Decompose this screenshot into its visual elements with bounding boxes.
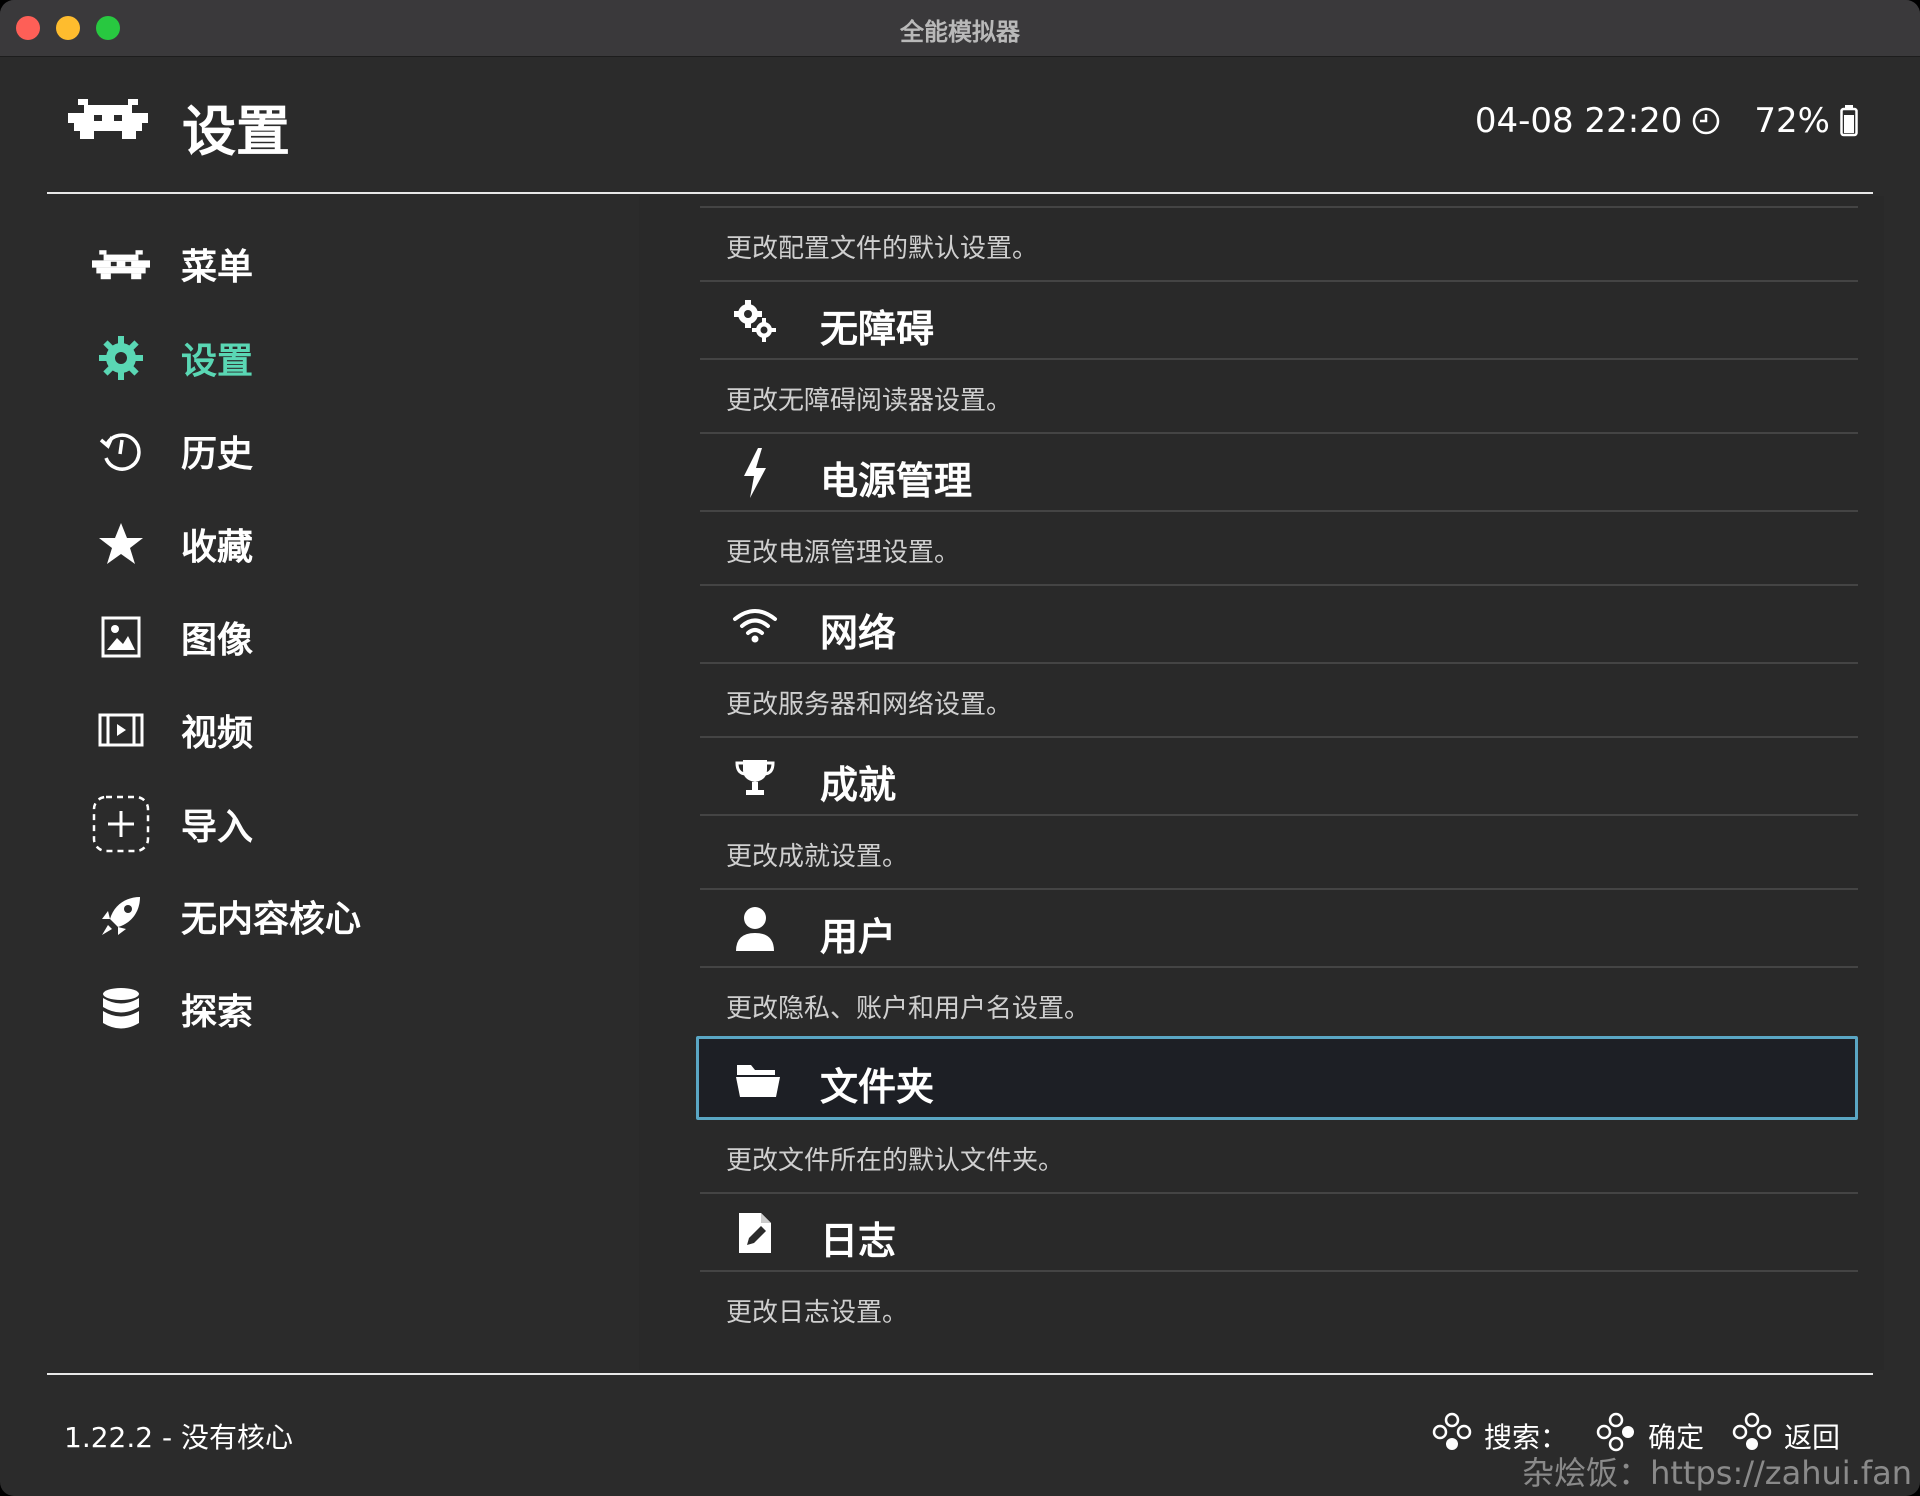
wifi-icon [730, 600, 780, 650]
battery-icon [1840, 105, 1858, 137]
row-description: 更改日志设置。 [700, 1272, 1858, 1344]
battery-level-text: 72% [1754, 101, 1830, 141]
sidebar-item-history[interactable]: 历史 [47, 411, 639, 491]
description-text: 更改隐私、账户和用户名设置。 [726, 994, 1091, 1024]
sidebar-item-explore[interactable]: 探索 [47, 969, 639, 1049]
image-icon [91, 607, 151, 667]
row-description: 更改电源管理设置。 [700, 512, 1858, 584]
sidebar-item-label: 设置 [181, 341, 254, 382]
sidebar-item-label: 探索 [181, 992, 254, 1033]
footer: 1.22.2 - 没有核心 搜索： 确定 返回 杂烩饭：https://zahu… [0, 1376, 1920, 1496]
settings-item-log[interactable]: 日志 [700, 1194, 1858, 1272]
sidebar-item-label: 图像 [181, 620, 254, 661]
settings-item-achievements[interactable]: 成就 [700, 738, 1858, 816]
row-description: 更改配置文件的默认设置。 [700, 208, 1858, 280]
video-icon [91, 700, 151, 760]
description-text: 更改日志设置。 [726, 1298, 909, 1328]
sidebar-item-favorites[interactable]: 收藏 [47, 504, 639, 584]
row-description: 更改文件所在的默认文件夹。 [700, 1120, 1858, 1192]
settings-item-title: 无障碍 [820, 307, 935, 351]
sidebar: 菜单 设置 历史 收藏 图像 视频 导入 无内容核心 探索 [47, 208, 639, 1370]
header-divider [47, 192, 1873, 194]
version-text: 1.22.2 - 没有核心 [64, 1421, 293, 1454]
sidebar-item-label: 无内容核心 [181, 899, 362, 940]
star-icon [91, 514, 151, 574]
footer-divider [47, 1373, 1873, 1375]
sidebar-item-label: 导入 [181, 807, 254, 848]
sidebar-item-import[interactable]: 导入 [47, 784, 639, 864]
sidebar-item-menu[interactable]: 菜单 [47, 224, 639, 304]
sidebar-item-settings[interactable]: 设置 [47, 318, 639, 398]
row-description: 更改隐私、账户和用户名设置。 [700, 968, 1858, 1040]
sidebar-item-label: 收藏 [181, 527, 254, 568]
sidebar-item-label: 视频 [181, 713, 254, 754]
lightning-icon [730, 448, 780, 498]
row-description: 更改服务器和网络设置。 [700, 664, 1858, 736]
gear-icon [91, 328, 151, 388]
settings-item-user[interactable]: 用户 [700, 890, 1858, 968]
rocket-icon [91, 886, 151, 946]
database-icon [91, 979, 151, 1039]
history-icon [91, 421, 151, 481]
user-icon [730, 904, 780, 954]
description-text: 更改服务器和网络设置。 [726, 690, 1013, 720]
settings-item-accessibility[interactable]: 无障碍 [700, 282, 1858, 360]
description-text: 更改文件所在的默认文件夹。 [726, 1146, 1065, 1176]
add-icon [91, 794, 151, 854]
description-text: 更改成就设置。 [726, 842, 909, 872]
description-text: 更改电源管理设置。 [726, 538, 961, 568]
datetime-text: 04-08 22:20 [1474, 101, 1683, 141]
folder-icon [733, 1055, 783, 1105]
settings-item-title: 电源管理 [820, 459, 973, 503]
settings-item-folder-selected[interactable]: 文件夹 [696, 1036, 1858, 1120]
status-bar: 04-08 22:20 72% [1475, 101, 1858, 141]
window-title: 全能模拟器 [900, 18, 1020, 46]
description-text: 更改无障碍阅读器设置。 [726, 386, 1013, 416]
watermark-text: 杂烩饭：https://zahui.fan [1522, 1454, 1912, 1492]
sidebar-item-label: 菜单 [181, 247, 254, 288]
row-description: 更改无障碍阅读器设置。 [700, 360, 1858, 432]
settings-item-power-management[interactable]: 电源管理 [700, 434, 1858, 512]
settings-item-title: 日志 [820, 1219, 897, 1263]
accessibility-gears-icon [730, 296, 780, 346]
row-description: 更改成就设置。 [700, 816, 1858, 888]
description-text: 更改配置文件的默认设置。 [726, 234, 1039, 264]
settings-item-title: 用户 [820, 915, 897, 959]
settings-item-title: 文件夹 [820, 1065, 935, 1109]
sidebar-item-video[interactable]: 视频 [47, 690, 639, 770]
clock-icon [1692, 107, 1720, 135]
header: 设置 04-08 22:20 72% [0, 57, 1920, 193]
gamepad-buttons-icon [1432, 1412, 1472, 1459]
sidebar-item-images[interactable]: 图像 [47, 597, 639, 677]
title-bar: 全能模拟器 [0, 0, 1920, 57]
settings-item-title: 成就 [820, 763, 897, 807]
trophy-icon [730, 752, 780, 802]
settings-item-title: 网络 [820, 611, 897, 655]
retroarch-invader-icon [68, 95, 148, 145]
sidebar-item-label: 历史 [181, 434, 254, 475]
settings-item-network[interactable]: 网络 [700, 586, 1858, 664]
retroarch-invader-icon [91, 234, 151, 294]
log-file-icon [730, 1208, 780, 1258]
app-window: 全能模拟器 设置 04-08 22:20 72% 菜单 设置 历史 收藏 图像 … [0, 0, 1920, 1496]
page-title: 设置 [182, 100, 290, 163]
sidebar-item-contentless-cores[interactable]: 无内容核心 [47, 876, 639, 956]
